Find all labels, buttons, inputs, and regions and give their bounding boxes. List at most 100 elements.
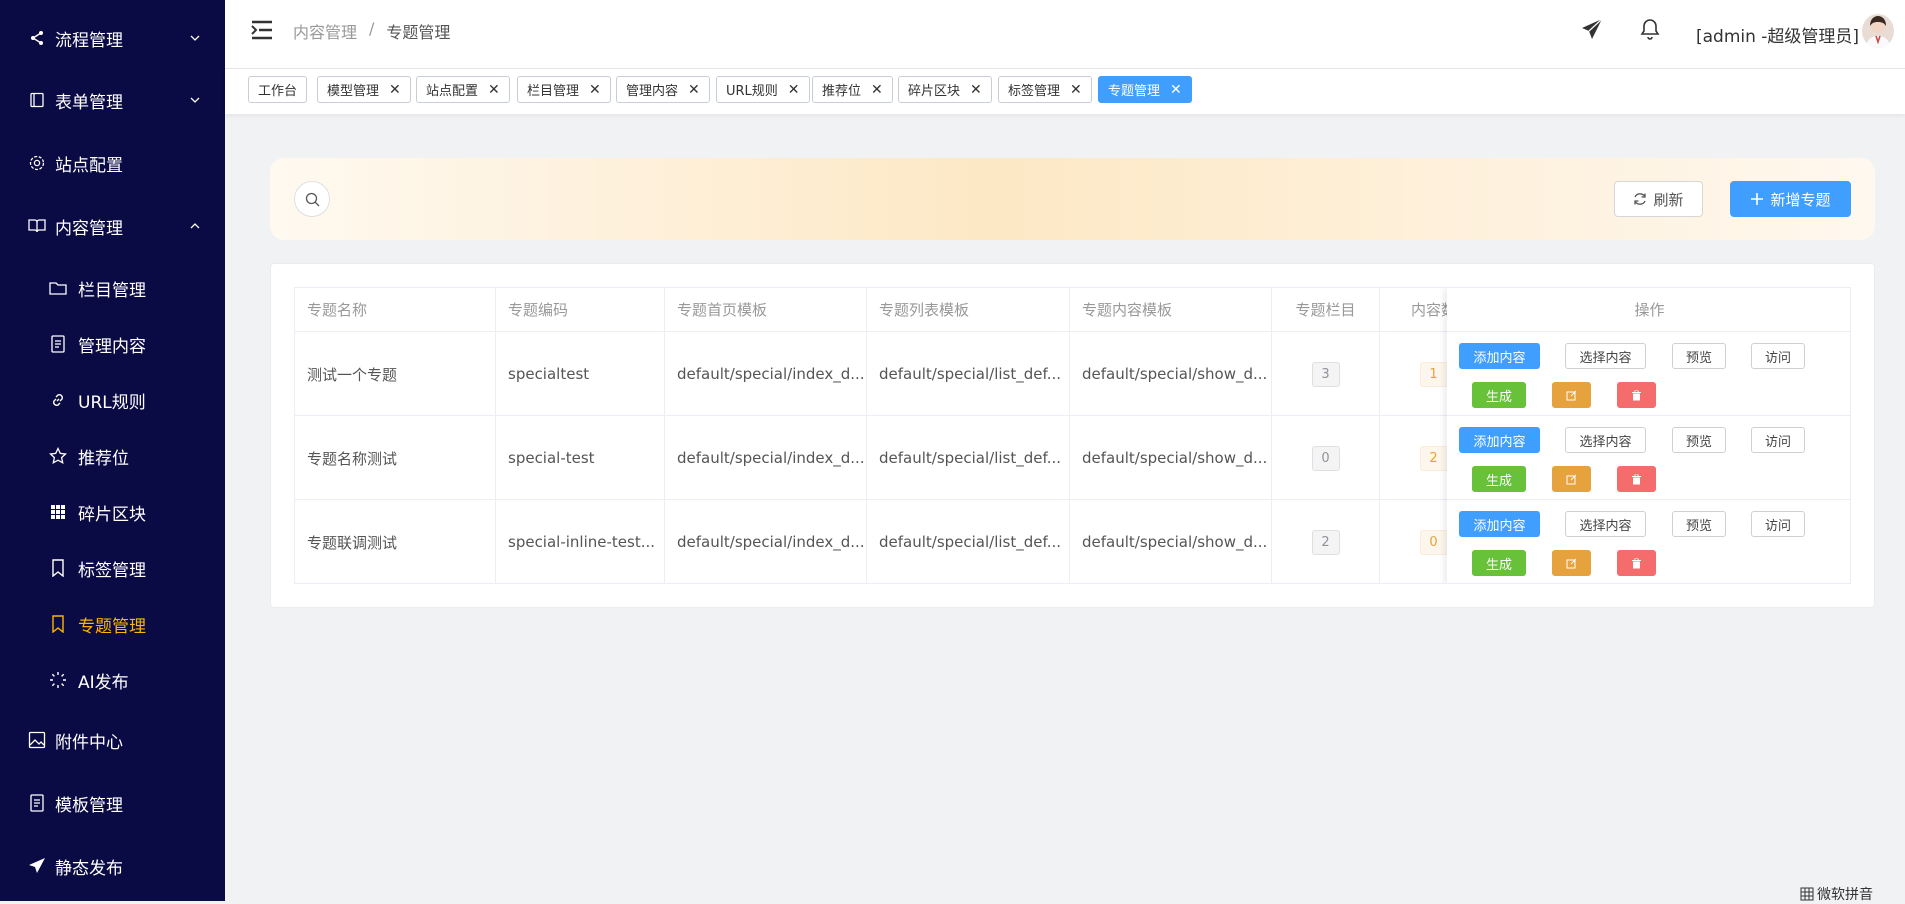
breadcrumb-item[interactable]: 内容管理: [293, 19, 357, 43]
delete-button[interactable]: [1617, 550, 1656, 576]
ime-indicator[interactable]: 微软拼音: [1800, 884, 1873, 904]
sidebar-item-recommend[interactable]: 推荐位: [0, 436, 225, 476]
link-icon: [48, 390, 68, 410]
select-content-button[interactable]: 选择内容: [1565, 343, 1646, 369]
ime-label: 微软拼音: [1817, 887, 1873, 903]
generate-button[interactable]: 生成: [1472, 466, 1526, 492]
tab-specials[interactable]: 专题管理 ✕: [1098, 76, 1192, 103]
breadcrumb: 内容管理 / 专题管理: [293, 19, 450, 43]
sidebar-item-columns[interactable]: 栏目管理: [0, 268, 225, 308]
sidebar-item-forms[interactable]: 表单管理: [0, 80, 225, 120]
close-icon[interactable]: ✕: [589, 83, 601, 97]
close-icon[interactable]: ✕: [389, 83, 401, 97]
content-count-badge: 2: [1419, 445, 1448, 471]
columns-count-badge: 0: [1311, 445, 1340, 471]
send-icon[interactable]: [1581, 18, 1603, 40]
tab-models[interactable]: 模型管理 ✕: [317, 76, 411, 103]
show-template: default/special/show_d...: [1070, 332, 1272, 416]
loading-icon: [48, 670, 68, 690]
columns-count-badge: 3: [1311, 361, 1340, 387]
edit-button[interactable]: [1552, 466, 1591, 492]
sidebar-item-manage-content[interactable]: 管理内容: [0, 324, 225, 364]
visit-button[interactable]: 访问: [1751, 427, 1805, 453]
preview-button[interactable]: 预览: [1672, 427, 1726, 453]
tab-label: 碎片区块: [908, 84, 961, 99]
generate-button[interactable]: 生成: [1472, 382, 1526, 408]
breadcrumb-separator: /: [369, 19, 375, 38]
avatar[interactable]: [1862, 14, 1894, 48]
tab-fragments[interactable]: 碎片区块 ✕: [898, 76, 992, 103]
sidebar-item-specials[interactable]: 专题管理: [0, 604, 225, 644]
sidebar-item-content[interactable]: 内容管理: [0, 206, 225, 246]
preview-button[interactable]: 预览: [1672, 343, 1726, 369]
search-button[interactable]: [294, 181, 330, 217]
sidebar-item-label: 标签管理: [78, 560, 146, 581]
visit-button[interactable]: 访问: [1751, 511, 1805, 537]
trash-icon: [1632, 474, 1641, 484]
tab-site-config[interactable]: 站点配置 ✕: [416, 76, 510, 103]
form-icon: [27, 90, 47, 110]
chevron-up-icon: [190, 223, 200, 229]
edit-button[interactable]: [1552, 382, 1591, 408]
bell-icon[interactable]: [1640, 18, 1660, 40]
sidebar-item-templates[interactable]: 模板管理: [0, 783, 225, 823]
tab-label: 工作台: [258, 84, 298, 99]
sidebar-item-label: 附件中心: [55, 732, 123, 753]
index-template: default/special/index_d...: [665, 416, 867, 500]
sidebar-item-url-rules[interactable]: URL规则: [0, 380, 225, 420]
sidebar-item-process[interactable]: 流程管理: [0, 18, 225, 58]
close-icon[interactable]: ✕: [488, 83, 500, 97]
visit-button[interactable]: 访问: [1751, 343, 1805, 369]
bookmark-icon: [48, 614, 68, 634]
sidebar-item-label: 碎片区块: [78, 504, 146, 525]
close-icon[interactable]: ✕: [1070, 83, 1082, 97]
add-content-button[interactable]: 添加内容: [1459, 511, 1540, 537]
chevron-down-icon: [190, 97, 200, 103]
add-content-button[interactable]: 添加内容: [1459, 343, 1540, 369]
tab-url-rules[interactable]: URL规则 ✕: [716, 76, 810, 103]
column-header: 专题栏目: [1272, 288, 1380, 331]
sidebar-item-tags[interactable]: 标签管理: [0, 548, 225, 588]
sidebar-item-label: AI发布: [78, 672, 129, 693]
document-icon: [48, 334, 68, 354]
tab-columns[interactable]: 栏目管理 ✕: [517, 76, 611, 103]
select-content-button[interactable]: 选择内容: [1565, 511, 1646, 537]
user-name[interactable]: [admin -超级管理员]: [1696, 22, 1859, 47]
tab-recommend[interactable]: 推荐位 ✕: [812, 76, 893, 103]
sidebar-item-fragments[interactable]: 碎片区块: [0, 492, 225, 532]
delete-button[interactable]: [1617, 382, 1656, 408]
sidebar-item-site-config[interactable]: 站点配置: [0, 143, 225, 183]
column-header: 专题内容模板: [1070, 288, 1272, 331]
edit-button[interactable]: [1552, 550, 1591, 576]
sidebar-item-label: 管理内容: [78, 336, 146, 357]
tab-manage-content[interactable]: 管理内容 ✕: [616, 76, 710, 103]
close-icon[interactable]: ✕: [871, 83, 883, 97]
add-special-button[interactable]: 新增专题: [1730, 181, 1851, 217]
sidebar-item-static-publish[interactable]: 静态发布: [0, 846, 225, 886]
sidebar-item-attachments[interactable]: 附件中心: [0, 720, 225, 760]
send-icon: [27, 856, 47, 876]
columns-count-cell: 3: [1272, 332, 1380, 416]
book-icon: [27, 216, 47, 236]
sidebar-item-ai-publish[interactable]: AI发布: [0, 660, 225, 700]
generate-button[interactable]: 生成: [1472, 550, 1526, 576]
tab-tags[interactable]: 标签管理 ✕: [998, 76, 1092, 103]
preview-button[interactable]: 预览: [1672, 511, 1726, 537]
menu-toggle-icon[interactable]: [251, 20, 273, 40]
delete-button[interactable]: [1617, 466, 1656, 492]
select-content-button[interactable]: 选择内容: [1565, 427, 1646, 453]
close-icon[interactable]: ✕: [970, 83, 982, 97]
close-icon[interactable]: ✕: [1170, 83, 1182, 97]
close-icon[interactable]: ✕: [688, 83, 700, 97]
add-content-button[interactable]: 添加内容: [1459, 427, 1540, 453]
document-icon: [27, 793, 47, 813]
columns-count-badge: 2: [1311, 529, 1340, 555]
sidebar-item-label: 专题管理: [78, 616, 146, 637]
list-template: default/special/list_def...: [867, 332, 1070, 416]
sidebar-item-label: 推荐位: [78, 448, 129, 469]
close-icon[interactable]: ✕: [788, 83, 800, 97]
refresh-button[interactable]: 刷新: [1614, 181, 1703, 217]
tab-workbench[interactable]: 工作台: [248, 76, 308, 103]
special-name: 专题名称测试: [295, 416, 496, 500]
tab-label: 推荐位: [822, 84, 862, 99]
